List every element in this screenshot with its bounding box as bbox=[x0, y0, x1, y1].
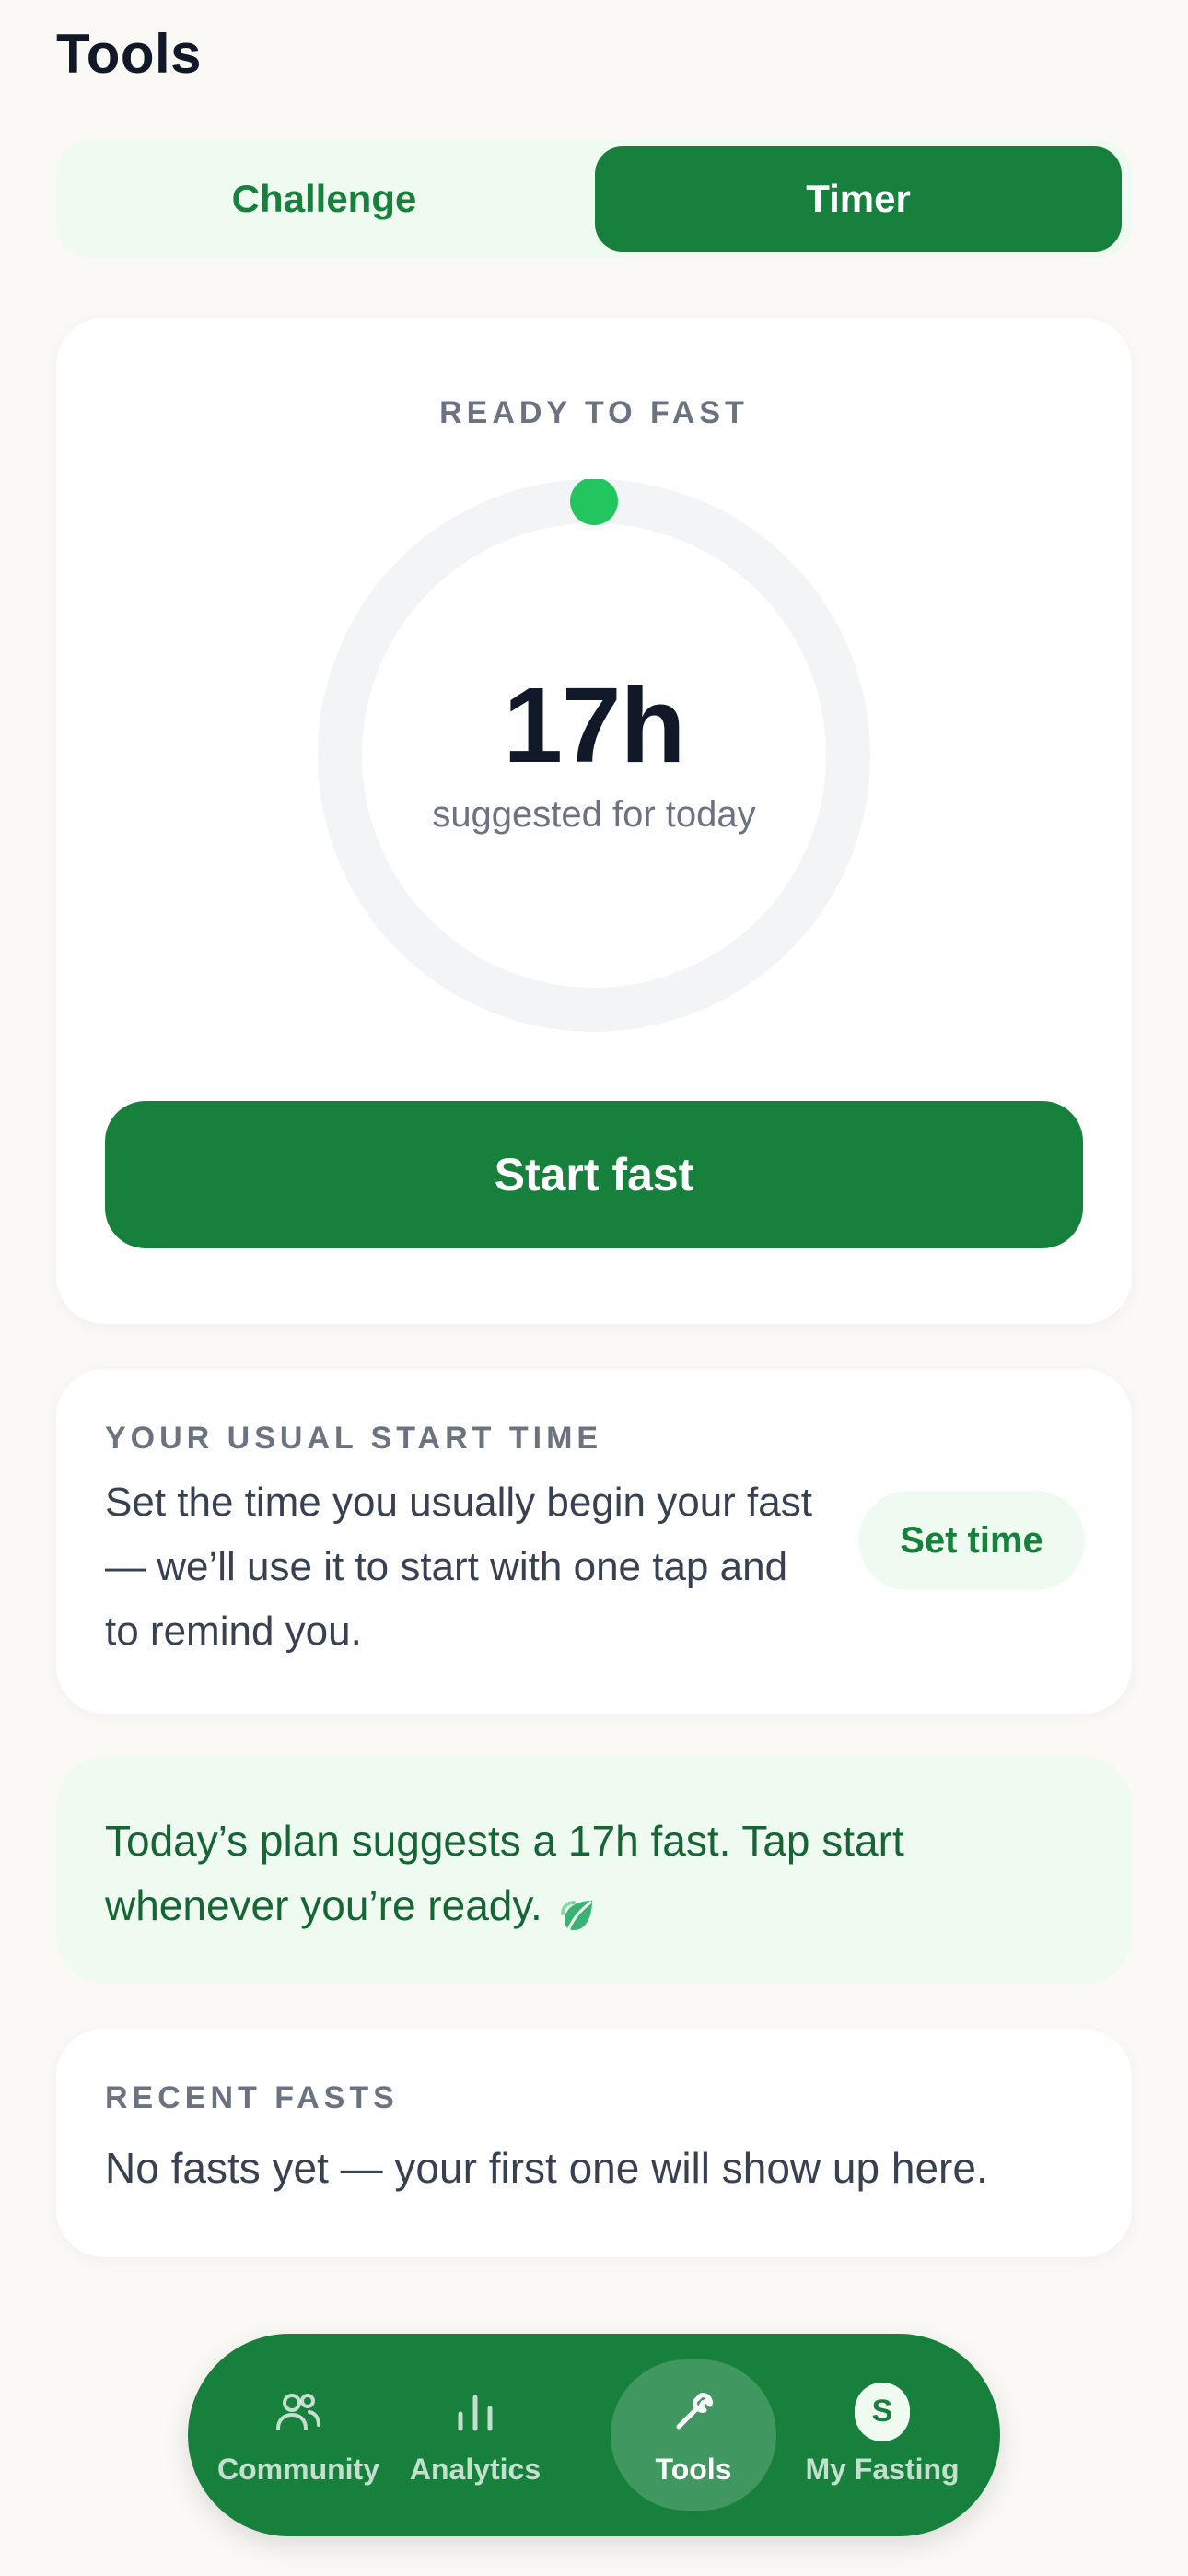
avatar-wrapper: S bbox=[855, 2382, 910, 2441]
recent-fasts-heading: RECENT FASTS bbox=[105, 2080, 399, 2115]
recent-fasts-empty-text: No fasts yet — your first one will show … bbox=[105, 2144, 988, 2192]
progress-dot bbox=[570, 479, 618, 525]
nav-label-tools: Tools bbox=[655, 2452, 732, 2486]
start-fast-button[interactable]: Start fast bbox=[105, 1101, 1083, 1248]
analytics-icon bbox=[448, 2384, 503, 2440]
avatar: S bbox=[855, 2382, 910, 2441]
start-time-card: YOUR USUAL START TIME Set the time you u… bbox=[56, 1369, 1132, 1714]
plan-suggestion: Today’s plan suggests a 17h fast. Tap st… bbox=[105, 1809, 1026, 1938]
nav-item-analytics[interactable]: Analytics bbox=[392, 2334, 558, 2536]
tab-challenge[interactable]: Challenge bbox=[61, 146, 588, 252]
nav-item-my-fasting[interactable]: S My Fasting bbox=[799, 2334, 965, 2536]
nav-item-tools[interactable]: Tools bbox=[611, 2359, 776, 2511]
wrench-icon bbox=[666, 2384, 721, 2440]
community-icon bbox=[271, 2384, 326, 2440]
fast-progress-ring: 17h suggested for today bbox=[318, 479, 870, 1032]
tab-timer[interactable]: Timer bbox=[595, 146, 1122, 252]
plan-suggestion-card: Today’s plan suggests a 17h fast. Tap st… bbox=[56, 1757, 1132, 1984]
suggested-hours-value: 17h bbox=[503, 665, 686, 785]
nav-label-my-fasting: My Fasting bbox=[805, 2452, 960, 2486]
bottom-nav: Community Analytics Tools S My Fasting bbox=[188, 2334, 1000, 2536]
timer-card: READY TO FAST 17h suggested for today St… bbox=[56, 318, 1132, 1324]
plan-suggestion-text: Today’s plan suggests a 17h fast. Tap st… bbox=[105, 1817, 904, 1929]
fast-status-label: READY TO FAST bbox=[439, 395, 749, 430]
start-time-heading: YOUR USUAL START TIME bbox=[105, 1421, 603, 1456]
page-title: Tools bbox=[56, 23, 203, 85]
nav-item-community[interactable]: Community bbox=[215, 2334, 381, 2536]
nav-label-community: Community bbox=[217, 2452, 379, 2486]
start-time-description: Set the time you usually begin your fast… bbox=[105, 1480, 812, 1654]
set-time-button[interactable]: Set time bbox=[858, 1491, 1085, 1590]
suggested-hours-caption: suggested for today bbox=[432, 794, 756, 835]
leaf-icon bbox=[557, 1889, 598, 1932]
nav-label-analytics: Analytics bbox=[409, 2452, 542, 2486]
mode-segmented-control: Challenge Timer bbox=[56, 140, 1132, 258]
recent-fasts-card: RECENT FASTS No fasts yet — your first o… bbox=[56, 2029, 1132, 2257]
